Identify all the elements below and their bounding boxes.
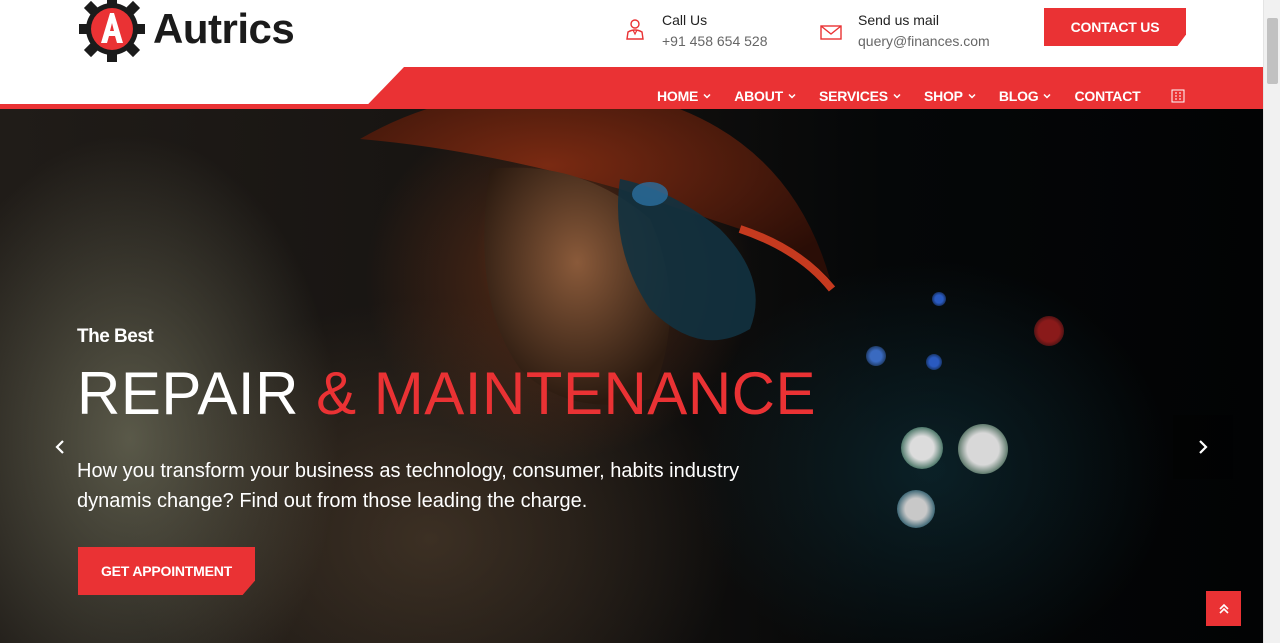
slider-next-button[interactable] [1173, 415, 1233, 479]
bokeh-light [958, 424, 1008, 474]
nav-item-about[interactable]: ABOUT [734, 88, 796, 104]
nav-item-label: HOME [657, 88, 699, 104]
nav-item-blog[interactable]: BLOG [999, 88, 1052, 104]
bokeh-light [901, 427, 943, 469]
mail-info: Send us mail query@finances.com [820, 10, 990, 52]
chevron-down-icon [788, 93, 796, 99]
hero-title-red: & MAINTENANCE [316, 360, 816, 427]
bokeh-light [932, 292, 946, 306]
double-chevron-up-icon [1218, 603, 1229, 614]
mail-address[interactable]: query@finances.com [858, 30, 990, 52]
mail-title: Send us mail [858, 12, 939, 28]
site-logo[interactable]: Autrics [77, 0, 295, 64]
page-scrollbar[interactable] [1263, 0, 1280, 643]
chevron-down-icon [968, 93, 976, 99]
user-icon [626, 19, 644, 40]
hero-subtitle: The Best [77, 326, 154, 347]
nav-item-label: ABOUT [734, 88, 783, 104]
chevron-right-icon [1199, 440, 1208, 454]
nav-item-label: SHOP [923, 88, 963, 104]
nav-item-label: SERVICES [818, 88, 888, 104]
grid-icon[interactable] [1171, 89, 1185, 103]
chevron-left-icon [55, 440, 64, 454]
call-us-number[interactable]: +91 458 654 528 [662, 30, 768, 52]
hero-title: REPAIR & MAINTENANCE [77, 358, 816, 430]
nav-item-home[interactable]: HOME [657, 88, 711, 104]
hero-title-white: REPAIR [77, 360, 299, 427]
nav-item-services[interactable]: SERVICES [819, 88, 901, 104]
hero-description: How you transform your business as techn… [77, 460, 740, 512]
brand-name: Autrics [153, 5, 295, 52]
call-us-title: Call Us [662, 12, 708, 28]
call-us-info: Call Us +91 458 654 528 [624, 10, 768, 52]
contact-us-button[interactable]: CONTACT US [1044, 8, 1186, 46]
scroll-to-top-button[interactable] [1206, 591, 1241, 626]
bokeh-light [926, 354, 942, 370]
slider-prev-button[interactable] [30, 415, 90, 479]
bokeh-light [897, 490, 935, 528]
bokeh-light [1034, 316, 1064, 346]
gear-a-logo-icon [79, 0, 145, 62]
get-appointment-button[interactable]: GET APPOINTMENT [78, 547, 255, 595]
bokeh-light [866, 346, 886, 366]
chevron-down-icon [1043, 93, 1052, 99]
chevron-down-icon [893, 93, 901, 99]
header-top: Autrics Call Us +91 458 654 528 Send us … [0, 0, 1263, 67]
nav-item-label: BLOG [998, 88, 1039, 104]
nav-item-label: CONTACT [1074, 88, 1141, 104]
nav-item-contact[interactable]: CONTACT [1074, 88, 1140, 104]
scrollbar-thumb[interactable] [1267, 18, 1278, 84]
mail-icon [820, 25, 842, 40]
chevron-down-icon [703, 93, 711, 99]
nav-item-shop[interactable]: SHOP [924, 88, 976, 104]
